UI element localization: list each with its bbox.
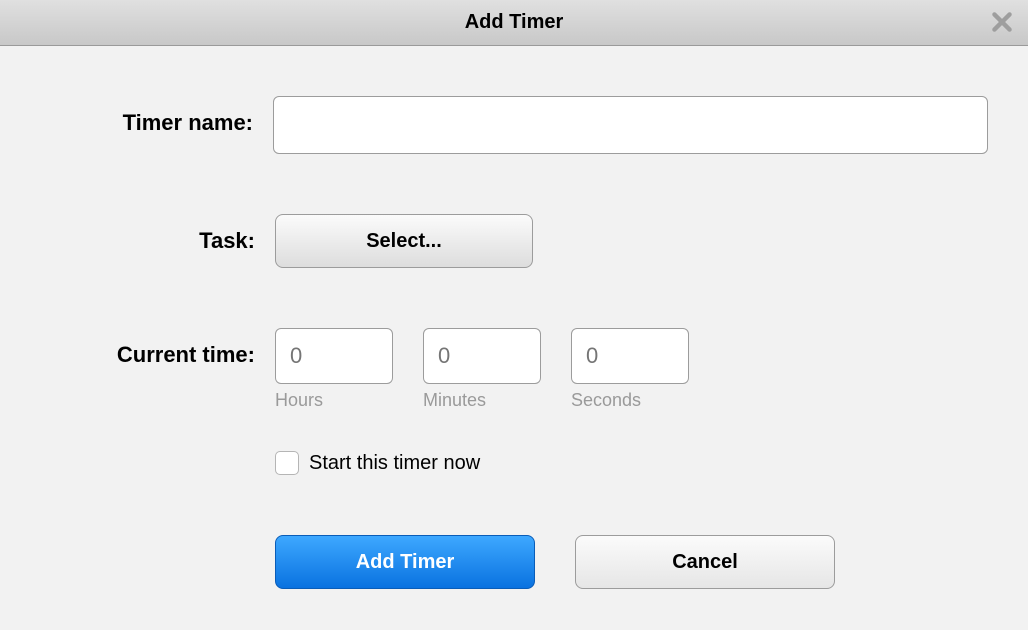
hours-sublabel: Hours [275, 390, 393, 411]
hours-input[interactable] [275, 328, 393, 384]
seconds-sublabel: Seconds [571, 390, 689, 411]
row-actions: Add Timer Cancel [40, 535, 988, 589]
row-start-now: Start this timer now [40, 451, 988, 475]
add-timer-dialog: Add Timer Timer name: Task: Select... Cu… [0, 0, 1028, 630]
minutes-block: Minutes [423, 328, 541, 411]
cancel-button[interactable]: Cancel [575, 535, 835, 589]
timer-name-label: Timer name: [40, 96, 273, 136]
start-now-checkbox-row: Start this timer now [275, 451, 480, 475]
hours-block: Hours [275, 328, 393, 411]
dialog-title: Add Timer [465, 11, 564, 34]
seconds-block: Seconds [571, 328, 689, 411]
current-time-label: Current time: [40, 328, 275, 368]
start-now-label: Start this timer now [309, 452, 480, 475]
task-select-button[interactable]: Select... [275, 214, 533, 268]
dialog-titlebar: Add Timer [0, 0, 1028, 46]
seconds-input[interactable] [571, 328, 689, 384]
start-now-checkbox[interactable] [275, 451, 299, 475]
add-timer-button[interactable]: Add Timer [275, 535, 535, 589]
row-task: Task: Select... [40, 214, 988, 268]
row-current-time: Current time: Hours Minutes Seconds [40, 328, 988, 411]
minutes-input[interactable] [423, 328, 541, 384]
timer-name-input[interactable] [273, 96, 988, 154]
task-label: Task: [40, 214, 275, 254]
dialog-form: Timer name: Task: Select... Current time… [0, 46, 1028, 589]
row-timer-name: Timer name: [40, 96, 988, 154]
close-icon[interactable] [986, 6, 1018, 38]
minutes-sublabel: Minutes [423, 390, 541, 411]
